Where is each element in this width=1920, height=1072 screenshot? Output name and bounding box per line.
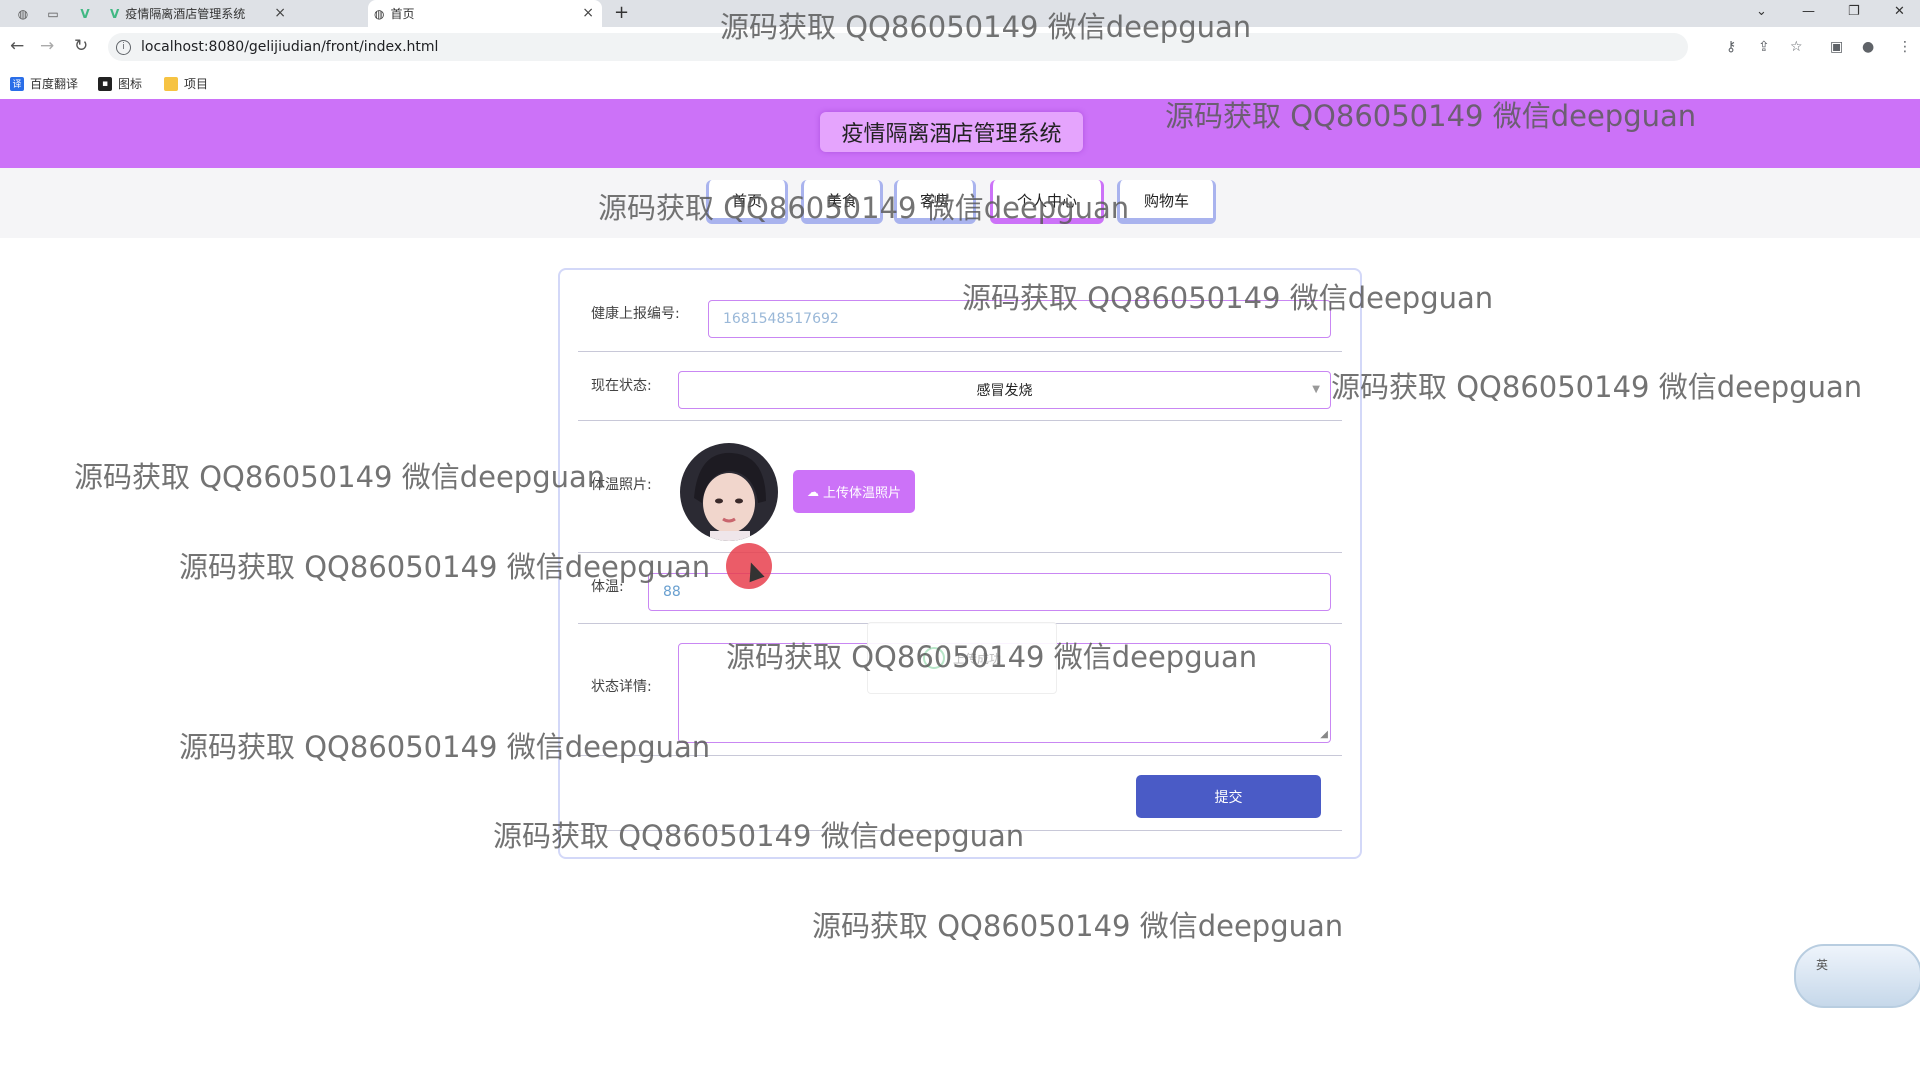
- browser-tab-home[interactable]: ◍ 首页 ×: [368, 0, 602, 27]
- ime-widget[interactable]: 英: [1794, 944, 1920, 1008]
- divider: [578, 351, 1342, 352]
- vue-logo-icon: V: [110, 6, 120, 21]
- vue-logo-icon[interactable]: V: [76, 5, 94, 23]
- divider: [578, 420, 1342, 421]
- reload-icon[interactable]: ↻: [74, 36, 88, 56]
- bookmarks-bar: 译 百度翻译 ▪ 图标 项目: [0, 67, 1920, 100]
- site-header: 疫情隔离酒店管理系统: [0, 99, 1920, 168]
- resize-handle-icon[interactable]: ◢: [1320, 729, 1328, 740]
- browser-tab-hotel[interactable]: V 疫情隔离酒店管理系统 ×: [106, 0, 294, 27]
- upload-photo-button[interactable]: ☁ 上传体温照片: [793, 470, 915, 513]
- chevron-down-icon: ▼: [1312, 384, 1320, 395]
- status-select[interactable]: 感冒发烧 ▼: [678, 371, 1331, 409]
- new-tab-button[interactable]: +: [614, 2, 629, 23]
- image-icon: ▪: [98, 76, 112, 91]
- globe-icon: ◍: [374, 6, 385, 21]
- menu-icon[interactable]: ⋮: [1898, 39, 1912, 55]
- tab-close-icon[interactable]: ×: [274, 5, 286, 21]
- star-icon[interactable]: ☆: [1790, 39, 1803, 55]
- submit-button[interactable]: 提交: [1136, 775, 1321, 818]
- profile-icon[interactable]: ●: [1862, 39, 1874, 55]
- translate-icon: 译: [10, 76, 24, 91]
- detail-label: 状态详情:: [591, 679, 652, 695]
- site-info-icon[interactable]: i: [116, 39, 131, 55]
- watermark: 源码获取 QQ86050149 微信deepguan: [812, 909, 1344, 943]
- side-panel-icon[interactable]: ▣: [1830, 39, 1843, 55]
- bookmark-baidu-translate[interactable]: 译 百度翻译: [10, 75, 78, 92]
- share-icon[interactable]: ⇪: [1758, 39, 1770, 55]
- address-toolbar: ← → ↻ i localhost:8080/gelijiudian/front…: [0, 27, 1920, 67]
- folder-icon: [164, 76, 178, 91]
- divider: [578, 755, 1342, 756]
- report-no-label: 健康上报编号:: [591, 306, 680, 322]
- watermark: 源码获取 QQ86050149 微信deepguan: [74, 460, 606, 494]
- toast-text: 上传成功: [952, 651, 1001, 666]
- upload-success-toast: 上传成功: [867, 622, 1057, 694]
- divider: [578, 830, 1342, 831]
- tab-title: 疫情隔离酒店管理系统: [125, 7, 246, 21]
- bookmark-icons[interactable]: ▪ 图标: [98, 75, 142, 92]
- restore-icon[interactable]: ❐: [1848, 4, 1860, 19]
- nav-home[interactable]: 首页: [706, 180, 788, 224]
- bookmark-label: 项目: [184, 77, 209, 91]
- nav-cart[interactable]: 购物车: [1117, 180, 1216, 224]
- upload-label: 上传体温照片: [822, 486, 901, 501]
- cloud-upload-icon: ☁: [806, 484, 819, 499]
- browser-tab-strip: ◍ ▭ V V 疫情隔离酒店管理系统 × ◍ 首页 × + ⌄ — ❐ ✕: [0, 0, 1920, 27]
- forward-icon[interactable]: →: [40, 36, 54, 56]
- minimize-icon[interactable]: —: [1802, 4, 1815, 19]
- bookmark-label: 百度翻译: [30, 77, 79, 91]
- bookmark-label: 图标: [118, 77, 143, 91]
- status-selected-value: 感冒发烧: [976, 383, 1033, 399]
- health-report-form: [558, 268, 1362, 859]
- url-field[interactable]: i localhost:8080/gelijiudian/front/index…: [108, 33, 1688, 61]
- nav-rooms[interactable]: 客房: [894, 180, 976, 224]
- site-title: 疫情隔离酒店管理系统: [820, 112, 1083, 152]
- avatar-image: [680, 443, 778, 541]
- back-icon[interactable]: ←: [10, 36, 24, 56]
- status-label: 现在状态:: [591, 378, 652, 394]
- temperature-photo[interactable]: [680, 443, 778, 541]
- tab-search-icon[interactable]: ⌄: [1756, 4, 1767, 19]
- success-icon: [922, 647, 945, 669]
- main-nav: 首页 美食 客房 个人中心 购物车: [0, 168, 1920, 238]
- ime-language-label: 英: [1816, 958, 1829, 972]
- temp-label: 体温:: [591, 579, 624, 595]
- watermark: 源码获取 QQ86050149 微信deepguan: [1331, 370, 1863, 404]
- close-window-icon[interactable]: ✕: [1894, 4, 1905, 19]
- key-icon[interactable]: ⚷: [1726, 39, 1736, 55]
- bookmark-projects[interactable]: 项目: [164, 75, 208, 92]
- globe-icon[interactable]: ◍: [14, 5, 32, 23]
- tab-title: 首页: [390, 7, 415, 21]
- nav-personal-center[interactable]: 个人中心: [990, 180, 1104, 224]
- blank-tab-icon[interactable]: ▭: [44, 5, 62, 23]
- divider: [578, 552, 1342, 553]
- photo-label: 体温照片:: [591, 477, 652, 493]
- nav-food[interactable]: 美食: [801, 180, 883, 224]
- url-text: localhost:8080/gelijiudian/front/index.h…: [141, 39, 439, 55]
- report-no-input[interactable]: 1681548517692: [708, 300, 1331, 338]
- tab-close-icon[interactable]: ×: [582, 5, 594, 21]
